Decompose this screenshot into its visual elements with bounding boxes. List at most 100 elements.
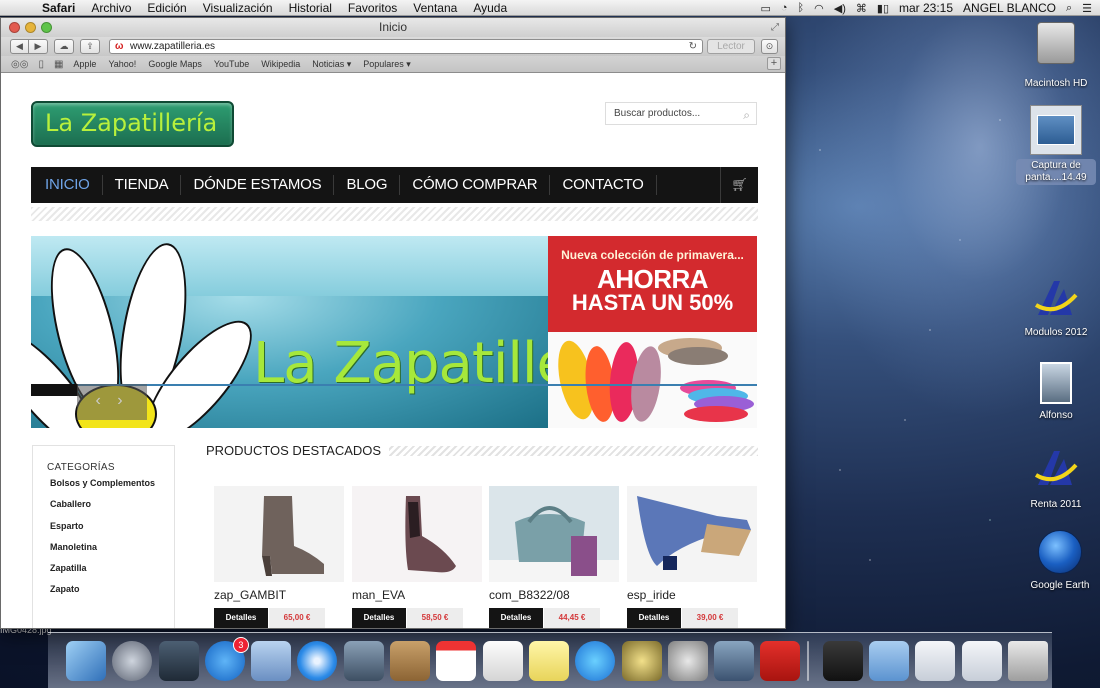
input-source-icon[interactable]: ⌘: [856, 2, 867, 15]
details-button[interactable]: Detalles: [627, 608, 681, 628]
close-window-button[interactable]: [9, 22, 20, 33]
category-caballero[interactable]: Caballero: [50, 494, 174, 515]
iphoto-icon[interactable]: [714, 641, 755, 681]
bookmark-google-maps[interactable]: Google Maps: [148, 59, 202, 69]
product-image[interactable]: [627, 486, 757, 582]
nav-donde-estamos[interactable]: DÓNDE ESTAMOS: [181, 175, 335, 195]
airplay-icon[interactable]: ▭: [760, 2, 770, 15]
imovie-star-icon[interactable]: [621, 641, 662, 681]
calendar-icon[interactable]: [436, 641, 477, 681]
category-zapatilla[interactable]: Zapatilla: [50, 558, 174, 579]
category-esparto[interactable]: Esparto: [50, 516, 174, 537]
product-image[interactable]: [489, 486, 619, 582]
bookmarks-book-icon[interactable]: ▯: [38, 59, 44, 70]
mail-icon[interactable]: [251, 641, 292, 681]
desktop-icon-google-earth[interactable]: Google Earth: [1020, 530, 1100, 592]
volume-icon[interactable]: ◀): [834, 2, 846, 15]
spotlight-search-icon[interactable]: ⌕: [1066, 2, 1072, 15]
category-manoletina[interactable]: Manoletina: [50, 537, 174, 558]
bookmark-populares[interactable]: Populares ▾: [363, 59, 411, 70]
finder-icon[interactable]: [66, 641, 106, 681]
product-name[interactable]: zap_GAMBIT: [214, 588, 344, 602]
details-button[interactable]: Detalles: [489, 608, 543, 628]
product-image[interactable]: [214, 486, 344, 582]
menu-historial[interactable]: Historial: [289, 1, 332, 15]
downloads-stack-icon[interactable]: [961, 641, 1002, 681]
icloud-tabs-button[interactable]: ☁: [54, 39, 74, 54]
cart-icon[interactable]: 🛒︎: [720, 167, 758, 203]
hero-slider[interactable]: La Zapatillería Nueva colección de prima…: [31, 236, 757, 428]
search-icon[interactable]: ⌕: [743, 105, 750, 126]
product-name[interactable]: man_EVA: [352, 588, 482, 602]
bookmark-youtube[interactable]: YouTube: [214, 59, 249, 69]
minimize-window-button[interactable]: [25, 22, 36, 33]
new-tab-button[interactable]: +: [767, 57, 781, 70]
nav-como-comprar[interactable]: CÓMO COMPRAR: [400, 175, 551, 195]
nav-contacto[interactable]: CONTACTO: [550, 175, 657, 195]
contacts-icon[interactable]: [390, 641, 431, 681]
top-sites-grid-icon[interactable]: ▦: [54, 59, 63, 70]
downloads-button[interactable]: ⊙: [761, 39, 778, 54]
desktop-icon-screenshot[interactable]: Captura de panta....14.49: [1016, 105, 1096, 185]
adobe-reader-icon[interactable]: [760, 641, 801, 681]
facetime-icon[interactable]: [343, 641, 384, 681]
bookmark-noticias[interactable]: Noticias ▾: [312, 59, 351, 70]
menu-ventana[interactable]: Ventana: [413, 1, 457, 15]
launchpad-icon[interactable]: [112, 641, 153, 681]
itunes-icon[interactable]: [575, 641, 616, 681]
product-name[interactable]: com_B8322/08: [489, 588, 619, 602]
desktop-icon-modulos-2012[interactable]: Modulos 2012: [1022, 275, 1090, 339]
menu-favoritos[interactable]: Favoritos: [348, 1, 397, 15]
bookmark-wikipedia[interactable]: Wikipedia: [261, 59, 300, 69]
desktop-icon-renta-2011[interactable]: Renta 2011: [1020, 445, 1092, 511]
search-input[interactable]: Buscar productos... ⌕: [605, 102, 757, 125]
menu-archivo[interactable]: Archivo: [91, 1, 131, 15]
document-stack-icon[interactable]: [915, 641, 956, 681]
desktop-icon-macintosh-hd[interactable]: Macintosh HD: [1018, 22, 1094, 90]
category-zapato[interactable]: Zapato: [50, 579, 174, 600]
desktop-icon-alfonso[interactable]: Alfonso: [1026, 362, 1086, 422]
window-titlebar[interactable]: Inicio ⤢: [1, 18, 785, 37]
clock[interactable]: mar 23:15: [899, 1, 953, 15]
notification-center-icon[interactable]: ☰: [1082, 2, 1092, 15]
fullscreen-icon[interactable]: ⤢: [771, 18, 779, 37]
menu-ayuda[interactable]: Ayuda: [473, 1, 507, 15]
menu-app-safari[interactable]: Safari: [42, 1, 75, 15]
bookmark-apple[interactable]: Apple: [73, 59, 96, 69]
address-bar[interactable]: ω www.zapatilleria.es ↻: [109, 39, 703, 54]
app-store-icon[interactable]: [204, 637, 249, 681]
product-name[interactable]: esp_iride: [627, 588, 757, 602]
nav-blog[interactable]: BLOG: [334, 175, 401, 195]
category-bolsos[interactable]: Bolsos y Complementos: [50, 473, 174, 494]
stack-folder-icon[interactable]: [822, 641, 863, 681]
safari-icon[interactable]: [297, 641, 338, 681]
slider-controls[interactable]: ‹ ›: [77, 384, 147, 420]
notes-icon[interactable]: [528, 641, 569, 681]
time-machine-icon[interactable]: ◔: [781, 2, 788, 14]
trash-icon[interactable]: [1007, 641, 1048, 681]
details-button[interactable]: Detalles: [352, 608, 406, 628]
zoom-window-button[interactable]: [41, 22, 52, 33]
reminders-icon[interactable]: [482, 641, 523, 681]
bookmark-yahoo[interactable]: Yahoo!: [108, 59, 136, 69]
wifi-icon[interactable]: ◠: [814, 2, 824, 15]
system-preferences-icon[interactable]: [667, 641, 708, 681]
reading-list-icon[interactable]: ◎◎: [11, 59, 28, 70]
menu-visualizacion[interactable]: Visualización: [203, 1, 273, 15]
forward-button[interactable]: ▶: [29, 39, 48, 54]
applications-folder-icon[interactable]: [869, 641, 910, 681]
site-logo[interactable]: La Zapatillería: [31, 101, 234, 147]
share-button[interactable]: ⇪: [80, 39, 100, 54]
back-button[interactable]: ◀: [10, 39, 29, 54]
reader-button[interactable]: Lector: [707, 39, 755, 54]
battery-icon[interactable]: ▮▯: [877, 2, 889, 15]
reload-icon[interactable]: ↻: [689, 40, 697, 53]
details-button[interactable]: Detalles: [214, 608, 268, 628]
menu-edicion[interactable]: Edición: [147, 1, 186, 15]
bluetooth-icon[interactable]: ᛒ: [798, 2, 805, 14]
mission-control-icon[interactable]: [158, 641, 199, 681]
nav-inicio[interactable]: INICIO: [45, 175, 103, 195]
nav-tienda[interactable]: TIENDA: [103, 175, 182, 195]
user-name[interactable]: ANGEL BLANCO: [963, 1, 1056, 15]
product-image[interactable]: [352, 486, 482, 582]
